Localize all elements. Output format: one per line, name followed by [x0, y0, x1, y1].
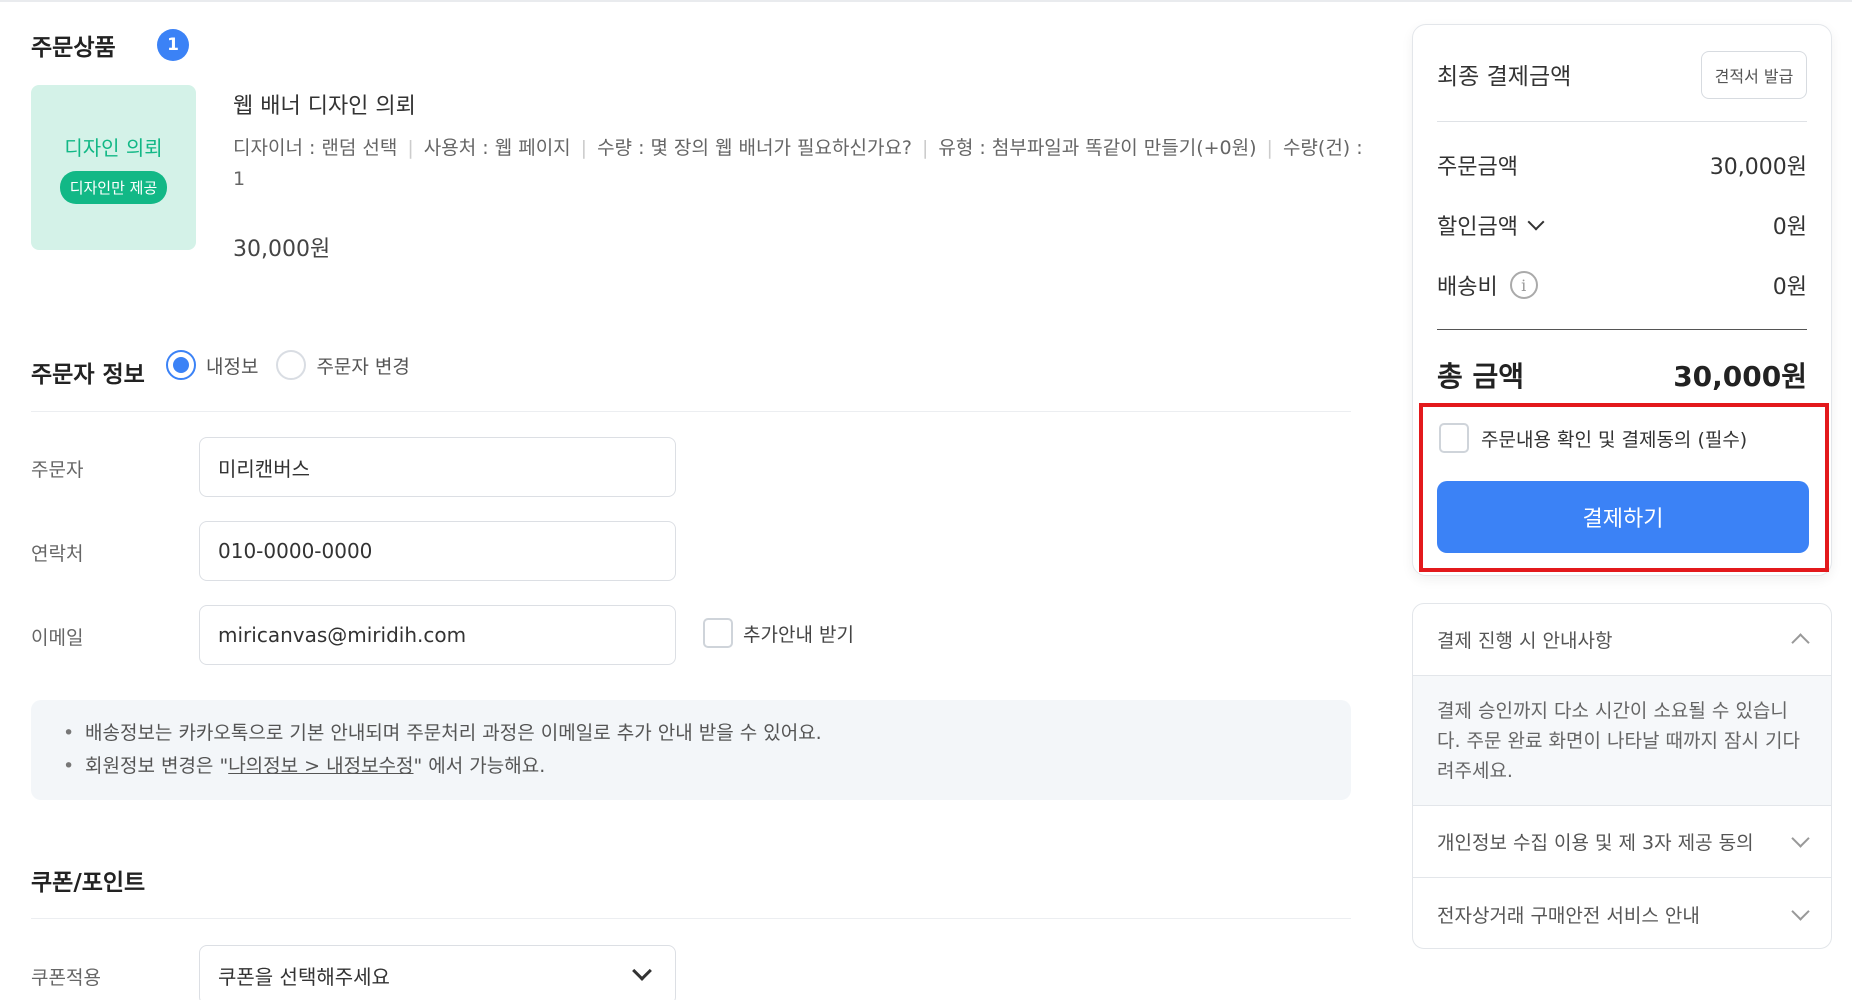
chevron-down-icon: [1791, 901, 1810, 921]
accordion-header-payment-notice[interactable]: 결제 진행 시 안내사항: [1413, 604, 1831, 676]
payment-info-accordion: 결제 진행 시 안내사항 결제 승인까지 다소 시간이 소요될 수 있습니다. …: [1412, 603, 1832, 949]
discount-row: 할인금액 0원: [1437, 209, 1807, 241]
option-type: 유형 : 첨부파일과 똑같이 만들기(+0원): [938, 137, 1257, 159]
order-amount-label: 주문금액: [1437, 155, 1518, 180]
extra-notice-checkbox[interactable]: [703, 618, 733, 648]
accordion-body-payment-notice: 결제 승인까지 다소 시간이 소요될 수 있습니다. 주문 완료 화면이 나타날…: [1413, 676, 1831, 806]
accordion-header-privacy-consent[interactable]: 개인정보 수집 이용 및 제 3자 제공 동의: [1413, 806, 1831, 878]
chevron-down-icon: [1527, 213, 1545, 231]
accordion-title: 결제 진행 시 안내사항: [1437, 630, 1613, 652]
shipping-label: 배송비: [1437, 275, 1498, 300]
payment-agree-label: 주문내용 확인 및 결제동의 (필수): [1481, 428, 1748, 451]
notice-item: 배송정보는 카카오톡으로 기본 안내되며 주문처리 과정은 이메일로 추가 안내…: [63, 717, 1351, 750]
phone-label: 연락처: [31, 543, 84, 565]
phone-field[interactable]: 010-0000-0000: [199, 521, 676, 581]
order-amount-row: 주문금액 30,000원: [1437, 149, 1807, 181]
chevron-down-icon: [1791, 829, 1810, 848]
shipping-row: 배송비 i 0원: [1437, 269, 1807, 301]
option-designer: 디자이너 : 랜덤 선택: [233, 137, 398, 159]
thumbnail-badge: 디자인만 제공: [59, 170, 168, 204]
info-icon[interactable]: i: [1509, 271, 1538, 299]
coupon-apply-label: 쿠폰적용: [31, 967, 101, 989]
orderer-name-field[interactable]: 미리캔버스: [199, 437, 676, 497]
my-info-edit-link[interactable]: 나의정보 > 내정보수정: [228, 755, 413, 777]
final-amount-title: 최종 결제금액: [1437, 64, 1572, 90]
product-name: 웹 배너 디자인 의뢰: [233, 94, 416, 119]
payment-agree-checkbox[interactable]: [1439, 423, 1469, 453]
quote-issue-button[interactable]: 견적서 발급: [1701, 51, 1807, 99]
radio-change-orderer-label: 주문자 변경: [316, 355, 410, 378]
coupon-select-value: 쿠폰을 선택해주세요: [218, 964, 390, 989]
accordion-title: 개인정보 수집 이용 및 제 3자 제공 동의: [1437, 832, 1754, 854]
product-options: 디자이너 : 랜덤 선택 | 사용처 : 웹 페이지 | 수량 : 몇 장의 웹 배너가…: [233, 137, 1363, 190]
orderer-radio-group: 내정보 주문자 변경: [166, 350, 428, 380]
pay-button[interactable]: 결제하기: [1437, 481, 1809, 553]
total-value: 30,000원: [1673, 360, 1807, 393]
order-items-title: 주문상품: [31, 35, 116, 61]
divider: [31, 918, 1351, 919]
accordion-title: 전자상거래 구매안전 서비스 안내: [1437, 904, 1700, 927]
orderer-info-title: 주문자 정보: [31, 362, 145, 388]
orderer-name-label: 주문자: [31, 459, 84, 481]
orderer-notice-box: 배송정보는 카카오톡으로 기본 안내되며 주문처리 과정은 이메일로 추가 안내…: [31, 700, 1351, 800]
option-usage: 사용처 : 웹 페이지: [423, 137, 571, 159]
top-divider: [0, 0, 1852, 2]
discount-toggle[interactable]: 할인금액: [1437, 209, 1545, 241]
notice-item: 회원정보 변경은 "나의정보 > 내정보수정" 에서 가능해요.: [63, 750, 1351, 783]
chevron-down-icon: [632, 961, 652, 981]
divider: [1437, 121, 1807, 122]
email-label: 이메일: [31, 627, 84, 649]
divider: [31, 411, 1351, 412]
notice-prefix: 회원정보 변경은 ": [85, 755, 229, 777]
shipping-value: 0원: [1772, 275, 1807, 300]
order-amount-value: 30,000원: [1709, 155, 1807, 180]
discount-value: 0원: [1772, 215, 1807, 240]
coupon-point-title: 쿠폰/포인트: [31, 870, 146, 896]
thumbnail-title: 디자인 의뢰: [64, 135, 163, 160]
notice-suffix: " 에서 가능해요.: [413, 755, 546, 777]
payment-agree-option[interactable]: 주문내용 확인 및 결제동의 (필수): [1439, 423, 1747, 453]
coupon-select[interactable]: 쿠폰을 선택해주세요: [199, 945, 676, 1000]
extra-notice-label: 추가안내 받기: [743, 623, 854, 646]
accordion-header-escrow-info[interactable]: 전자상거래 구매안전 서비스 안내: [1413, 878, 1831, 948]
radio-my-info[interactable]: [166, 350, 196, 380]
payment-confirm-highlight: 주문내용 확인 및 결제동의 (필수) 결제하기: [1419, 403, 1829, 572]
email-field[interactable]: miricanvas@miridih.com: [199, 605, 676, 665]
total-label: 총 금액: [1437, 360, 1525, 393]
total-row: 총 금액 30,000원: [1437, 355, 1807, 395]
discount-label: 할인금액: [1437, 215, 1518, 240]
product-price: 30,000원: [233, 237, 331, 262]
radio-change-orderer[interactable]: [276, 350, 307, 380]
radio-my-info-label: 내정보: [206, 355, 259, 378]
chevron-up-icon: [1791, 633, 1810, 652]
extra-notice-option[interactable]: 추가안내 받기: [703, 618, 854, 648]
option-quantity: 수량 : 몇 장의 웹 배너가 필요하신가요?: [597, 137, 913, 159]
product-thumbnail: 디자인 의뢰 디자인만 제공: [31, 85, 196, 250]
divider: [1437, 329, 1807, 330]
item-count-badge: 1: [157, 29, 189, 61]
